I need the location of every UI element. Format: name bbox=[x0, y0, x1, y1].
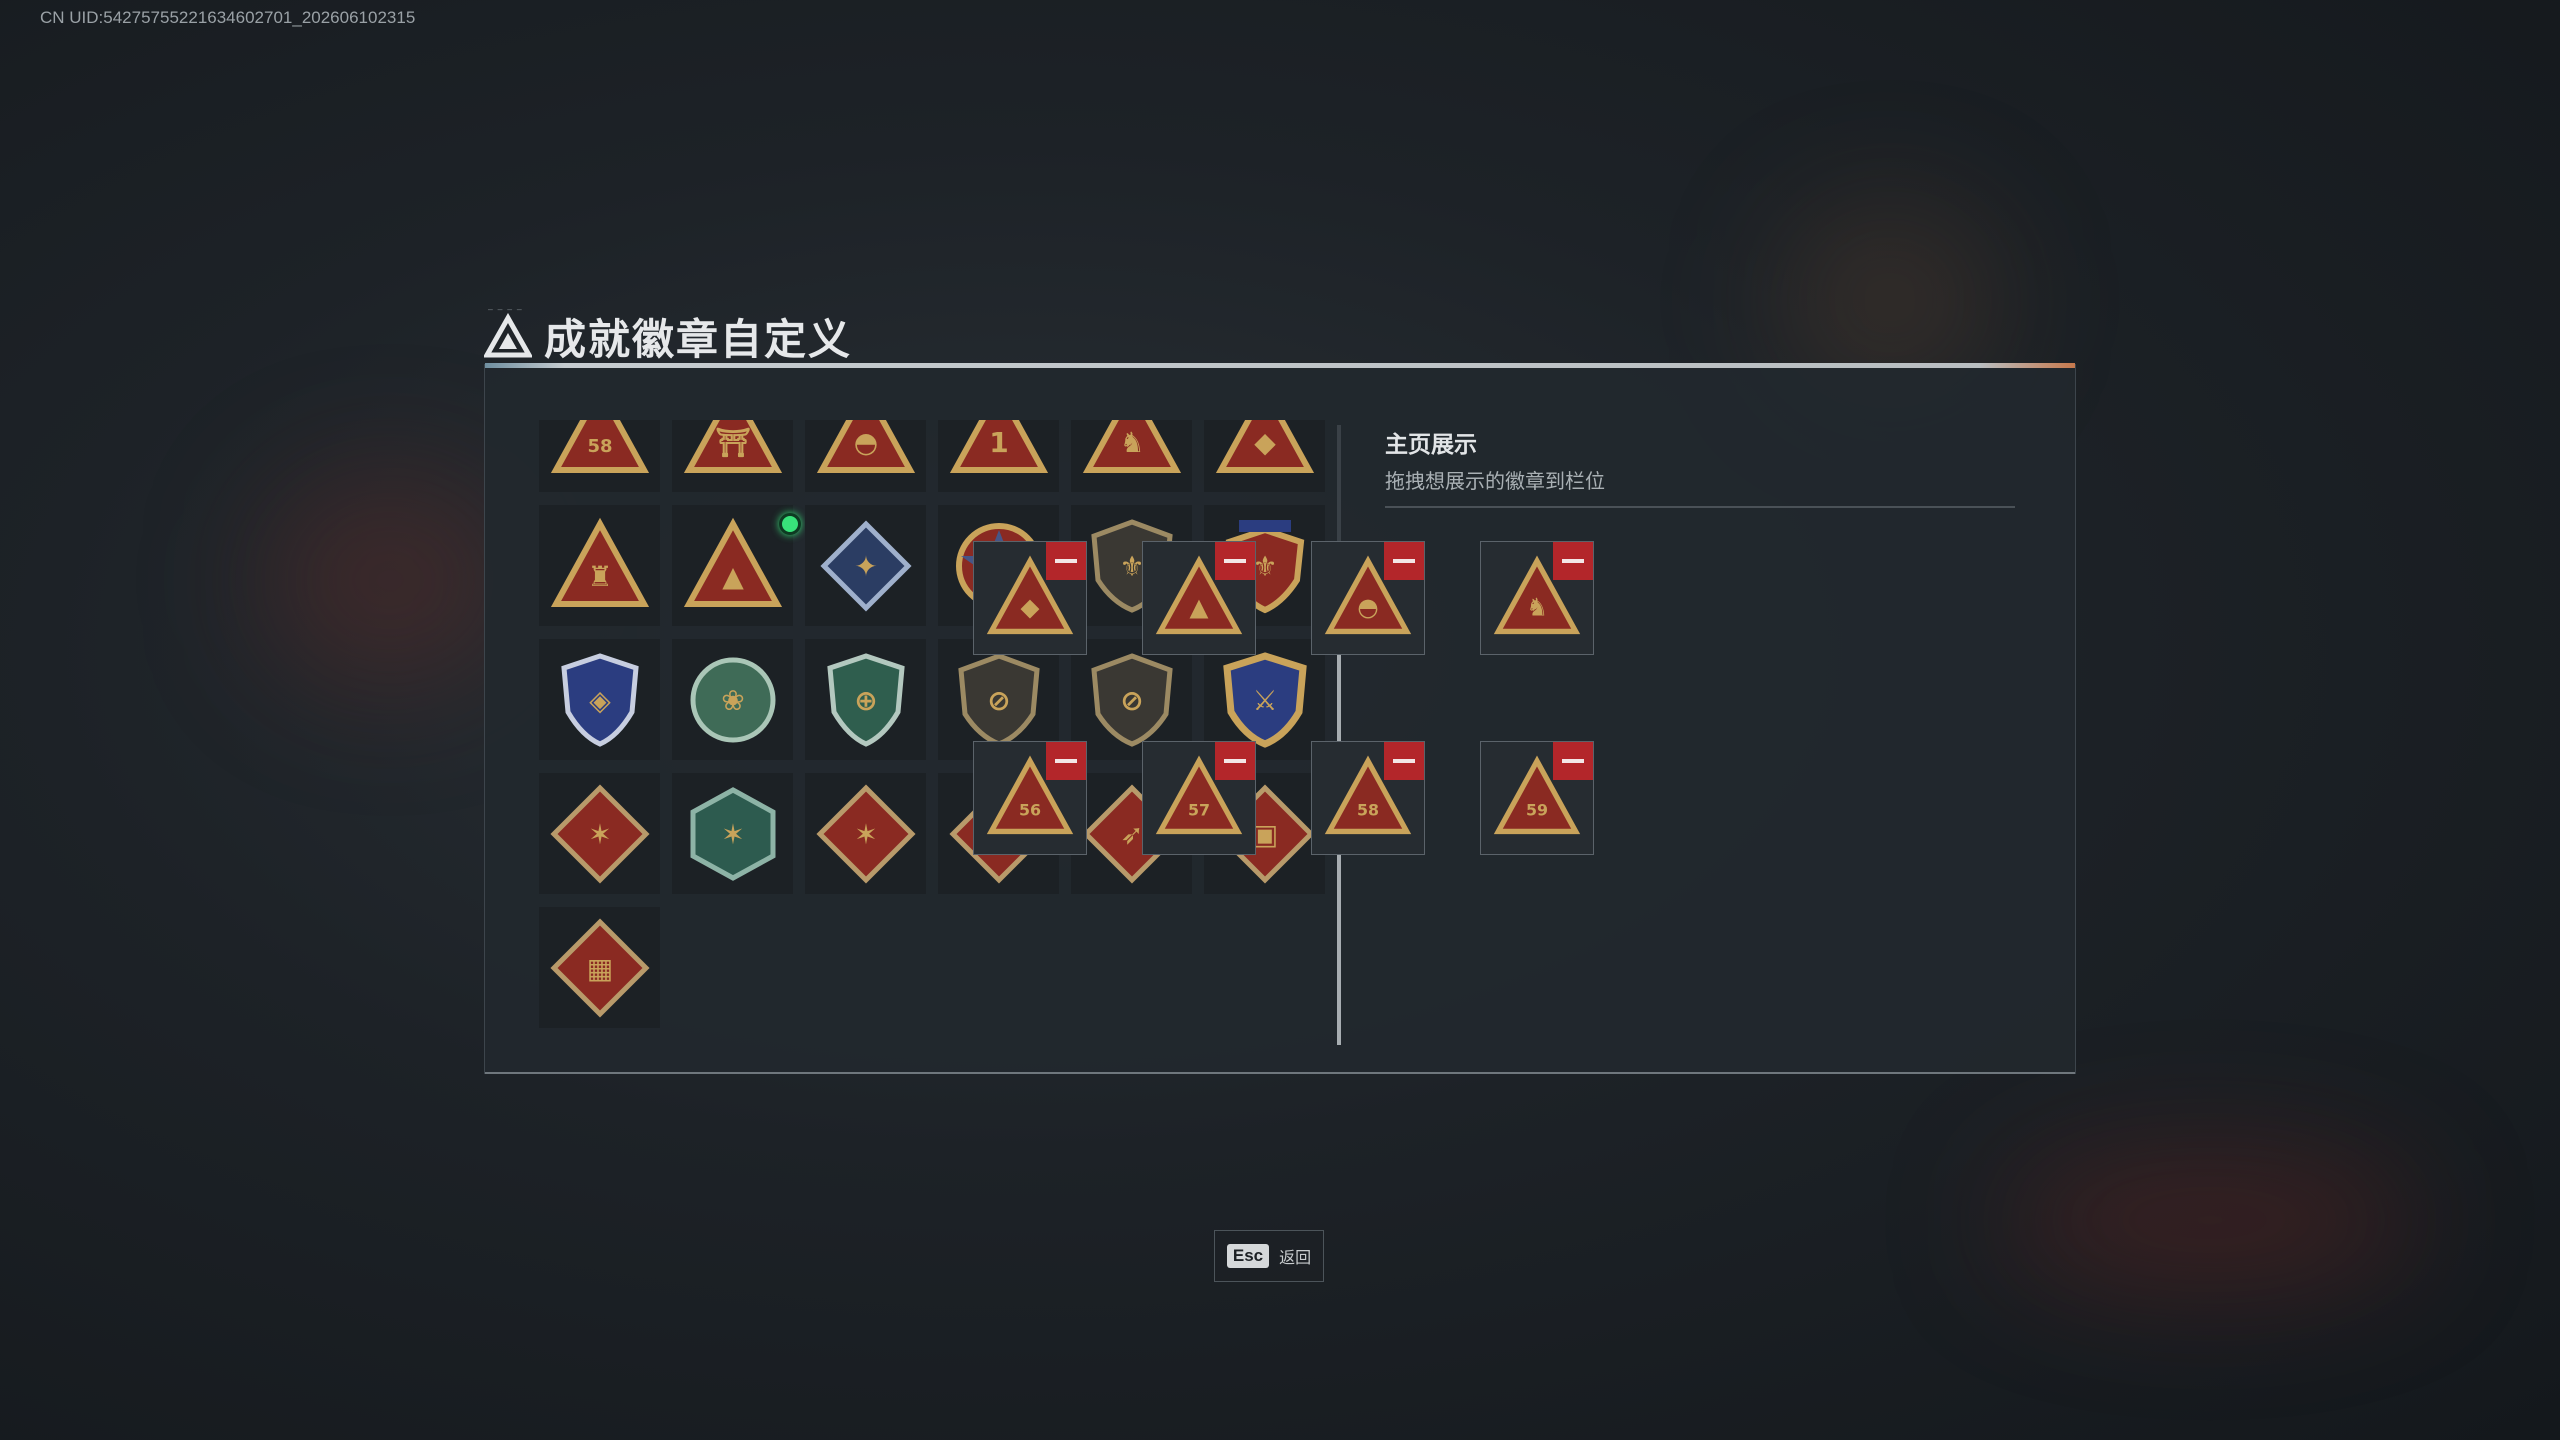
svg-text:57: 57 bbox=[1188, 801, 1210, 820]
new-indicator-dot bbox=[779, 513, 801, 535]
svg-text:59: 59 bbox=[1526, 801, 1548, 820]
svg-text:⛩: ⛩ bbox=[715, 426, 751, 459]
minus-icon bbox=[1562, 759, 1584, 763]
minus-icon bbox=[1224, 559, 1246, 563]
badge-hex-dragon-icon: ✶ bbox=[690, 786, 775, 881]
showcase-title: 主页展示 bbox=[1385, 432, 1477, 458]
svg-text:✶: ✶ bbox=[854, 818, 877, 851]
badge-triangle-soldier-icon: ♜ bbox=[550, 517, 649, 607]
badge-diamond-vest-icon: ▦ bbox=[549, 917, 650, 1018]
badge-diamond-rifle-icon: ✦ bbox=[819, 519, 912, 612]
svg-text:✶: ✶ bbox=[588, 818, 611, 851]
slot-4-figure[interactable]: ♞ bbox=[1480, 541, 1594, 655]
remove-badge-button[interactable] bbox=[1384, 542, 1424, 580]
svg-text:◈: ◈ bbox=[589, 684, 611, 717]
svg-text:◆: ◆ bbox=[1254, 426, 1276, 459]
back-button[interactable]: Esc 返回 bbox=[1214, 1230, 1324, 1282]
badge-triangle-figure-icon: ♞ bbox=[1082, 420, 1181, 473]
slot-2-rocket[interactable]: ▲ bbox=[1142, 541, 1256, 655]
svg-text:⊕: ⊕ bbox=[854, 684, 877, 717]
badge-triangle-soldier[interactable]: ♜ bbox=[539, 505, 660, 626]
slot-5-56[interactable]: 56 bbox=[973, 741, 1087, 855]
svg-text:◓: ◓ bbox=[1357, 593, 1379, 622]
svg-text:♜: ♜ bbox=[587, 560, 612, 593]
page-title: 成就徽章自定义 bbox=[544, 315, 853, 364]
showcase-divider bbox=[1385, 506, 2015, 508]
showcase-section: 主页展示 拖拽想展示的徽章到栏位 bbox=[1385, 425, 2015, 508]
remove-badge-button[interactable] bbox=[1553, 542, 1593, 580]
svg-text:58: 58 bbox=[1357, 801, 1379, 820]
svg-text:▲: ▲ bbox=[722, 560, 744, 593]
minus-icon bbox=[1055, 559, 1077, 563]
badge-triangle-gem-icon: ◆ bbox=[1215, 420, 1314, 473]
badge-triangle-1-icon: 1 bbox=[949, 420, 1048, 473]
badge-triangle-1[interactable]: 1 bbox=[938, 420, 1059, 492]
svg-text:♞: ♞ bbox=[1119, 426, 1144, 459]
slot-6-57[interactable]: 57 bbox=[1142, 741, 1256, 855]
badge-triangle-58-icon: 58 bbox=[550, 420, 649, 473]
window-header: 成就徽章自定义 bbox=[484, 306, 852, 367]
remove-badge-button[interactable] bbox=[1215, 742, 1255, 780]
badge-triangle-dome-icon: ◓ bbox=[816, 420, 915, 473]
panel-bottom-line bbox=[485, 1072, 2075, 1074]
badge-triangle-tower[interactable]: ⛩ bbox=[672, 420, 793, 492]
badge-triangle-rocket[interactable]: ▲ bbox=[672, 505, 801, 626]
delta-logo-icon bbox=[484, 312, 532, 357]
minus-icon bbox=[1055, 759, 1077, 763]
badge-shield-green-crosshair-icon: ⊕ bbox=[826, 652, 905, 747]
remove-badge-button[interactable] bbox=[1046, 542, 1086, 580]
uid-label: CN UID:54275755221634602701_202606102315 bbox=[40, 8, 416, 27]
slot-1-gem[interactable]: ◆ bbox=[973, 541, 1087, 655]
minus-icon bbox=[1562, 559, 1584, 563]
remove-badge-button[interactable] bbox=[1384, 742, 1424, 780]
svg-text:58: 58 bbox=[587, 436, 612, 457]
badge-triangle-tower-icon: ⛩ bbox=[683, 420, 782, 473]
badge-diamond-vest[interactable]: ▦ bbox=[539, 907, 660, 1028]
badge-customize-panel: 58⛩◓1♞◆♜▲✦★⚜⚜◈❀⊕⊘⊘⚔✶✶✶✶➶▣▦ 主页展示 拖拽想展示的徽章… bbox=[484, 363, 2076, 1074]
remove-badge-button[interactable] bbox=[1553, 742, 1593, 780]
badge-shield-green-rose-icon: ❀ bbox=[690, 657, 775, 742]
badge-triangle-rocket-icon: ▲ bbox=[683, 517, 782, 607]
badge-triangle-figure[interactable]: ♞ bbox=[1071, 420, 1192, 492]
showcase-slots: ◆ ▲ ◓ ♞ 56 57 58 59 bbox=[973, 541, 1594, 855]
svg-text:56: 56 bbox=[1019, 801, 1041, 820]
showcase-subtitle: 拖拽想展示的徽章到栏位 bbox=[1385, 469, 1605, 493]
back-label: 返回 bbox=[1279, 1248, 1312, 1267]
slot-3-dome[interactable]: ◓ bbox=[1311, 541, 1425, 655]
svg-text:✦: ✦ bbox=[854, 550, 877, 583]
remove-badge-button[interactable] bbox=[1046, 742, 1086, 780]
badge-hex-dragon[interactable]: ✶ bbox=[672, 773, 793, 894]
minus-icon bbox=[1393, 559, 1415, 563]
svg-text:❀: ❀ bbox=[721, 684, 744, 717]
svg-text:✶: ✶ bbox=[721, 818, 744, 851]
badge-diamond-rifle[interactable]: ✦ bbox=[805, 505, 926, 626]
svg-text:◓: ◓ bbox=[853, 426, 877, 459]
svg-text:◆: ◆ bbox=[1021, 593, 1040, 622]
svg-text:▦: ▦ bbox=[586, 952, 612, 985]
badge-diamond-dragon-1[interactable]: ✶ bbox=[805, 773, 926, 894]
badge-shield-green-rose[interactable]: ❀ bbox=[672, 639, 793, 760]
badge-shield-blue[interactable]: ◈ bbox=[539, 639, 660, 760]
minus-icon bbox=[1224, 759, 1246, 763]
svg-text:♞: ♞ bbox=[1526, 593, 1548, 622]
svg-text:▲: ▲ bbox=[1190, 593, 1209, 622]
badge-triangle-gem[interactable]: ◆ bbox=[1204, 420, 1325, 492]
badge-shield-blue-icon: ◈ bbox=[560, 652, 639, 747]
esc-key-icon: Esc bbox=[1226, 1244, 1270, 1268]
badge-diamond-wolf[interactable]: ✶ bbox=[539, 773, 660, 894]
panel-top-accent bbox=[485, 363, 2075, 368]
badge-diamond-dragon-1-icon: ✶ bbox=[815, 783, 916, 884]
slot-7-58[interactable]: 58 bbox=[1311, 741, 1425, 855]
badge-triangle-dome[interactable]: ◓ bbox=[805, 420, 926, 492]
badge-diamond-wolf-icon: ✶ bbox=[549, 783, 650, 884]
badge-triangle-58[interactable]: 58 bbox=[539, 420, 660, 492]
remove-badge-button[interactable] bbox=[1215, 542, 1255, 580]
badge-shield-green-crosshair[interactable]: ⊕ bbox=[805, 639, 926, 760]
slot-8-59[interactable]: 59 bbox=[1480, 741, 1594, 855]
minus-icon bbox=[1393, 759, 1415, 763]
svg-text:1: 1 bbox=[989, 426, 1008, 459]
